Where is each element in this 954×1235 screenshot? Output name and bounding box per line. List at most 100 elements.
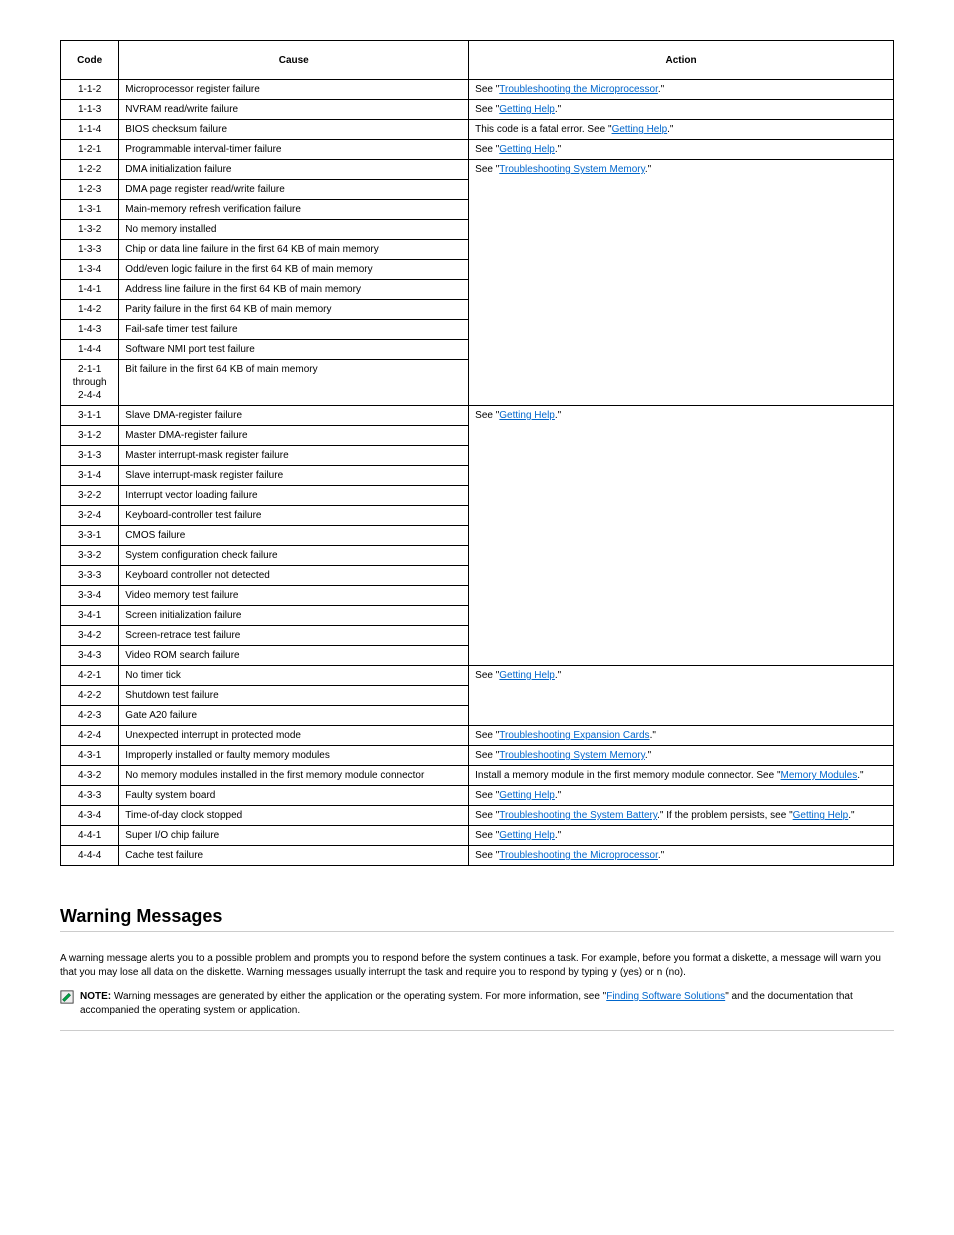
note-label: NOTE: bbox=[80, 991, 111, 1002]
cell-code: 4-3-4 bbox=[61, 806, 119, 826]
cell-code: 3-1-2 bbox=[61, 426, 119, 446]
cell-action: See "Troubleshooting the System Battery.… bbox=[469, 806, 894, 826]
cell-action: See "Getting Help." bbox=[469, 140, 894, 160]
cell-cause: Screen-retrace test failure bbox=[119, 626, 469, 646]
table-row: 1-2-1Programmable interval-timer failure… bbox=[61, 140, 894, 160]
cell-action: Install a memory module in the first mem… bbox=[469, 766, 894, 786]
cell-cause: DMA page register read/write failure bbox=[119, 180, 469, 200]
cell-cause: BIOS checksum failure bbox=[119, 120, 469, 140]
note-row: NOTE: Warning messages are generated by … bbox=[60, 990, 894, 1031]
cell-code: 3-3-3 bbox=[61, 566, 119, 586]
cell-cause: Improperly installed or faulty memory mo… bbox=[119, 746, 469, 766]
cell-cause: Address line failure in the first 64 KB … bbox=[119, 280, 469, 300]
cell-code: 4-4-4 bbox=[61, 846, 119, 866]
cell-cause: Software NMI port test failure bbox=[119, 340, 469, 360]
cell-action: See "Getting Help." bbox=[469, 826, 894, 846]
cell-action: See "Troubleshooting Expansion Cards." bbox=[469, 726, 894, 746]
cell-code: 1-2-3 bbox=[61, 180, 119, 200]
cell-code: 3-3-1 bbox=[61, 526, 119, 546]
cell-cause: Slave DMA-register failure bbox=[119, 406, 469, 426]
cell-cause: No memory modules installed in the first… bbox=[119, 766, 469, 786]
cell-cause: Video memory test failure bbox=[119, 586, 469, 606]
cell-code: 4-2-3 bbox=[61, 706, 119, 726]
cell-code: 3-2-2 bbox=[61, 486, 119, 506]
cell-action: This code is a fatal error. See "Getting… bbox=[469, 120, 894, 140]
cell-cause: Bit failure in the first 64 KB of main m… bbox=[119, 360, 469, 406]
table-row: 4-3-2No memory modules installed in the … bbox=[61, 766, 894, 786]
cell-action: See "Getting Help." bbox=[469, 406, 894, 666]
cell-code: 1-1-4 bbox=[61, 120, 119, 140]
cell-cause: Microprocessor register failure bbox=[119, 80, 469, 100]
table-row: 1-2-2DMA initialization failureSee "Trou… bbox=[61, 160, 894, 180]
cell-code: 4-2-4 bbox=[61, 726, 119, 746]
cell-cause: Super I/O chip failure bbox=[119, 826, 469, 846]
beep-codes-table: Code Cause Action 1-1-2Microprocessor re… bbox=[60, 40, 894, 866]
table-row: 1-1-4BIOS checksum failureThis code is a… bbox=[61, 120, 894, 140]
section-para: A warning message alerts you to a possib… bbox=[60, 952, 894, 980]
table-row: 4-3-3Faulty system boardSee "Getting Hel… bbox=[61, 786, 894, 806]
table-row: 1-1-2Microprocessor register failureSee … bbox=[61, 80, 894, 100]
cell-code: 1-2-1 bbox=[61, 140, 119, 160]
note-link[interactable]: Finding Software Solutions bbox=[606, 991, 725, 1002]
col-cause: Cause bbox=[119, 41, 469, 80]
table-row: 4-4-4Cache test failureSee "Troubleshoot… bbox=[61, 846, 894, 866]
cell-code: 3-3-2 bbox=[61, 546, 119, 566]
note-text: NOTE: Warning messages are generated by … bbox=[80, 990, 894, 1018]
cell-cause: Main-memory refresh verification failure bbox=[119, 200, 469, 220]
cell-code: 3-3-4 bbox=[61, 586, 119, 606]
cell-code: 1-1-3 bbox=[61, 100, 119, 120]
cell-cause: DMA initialization failure bbox=[119, 160, 469, 180]
cell-code: 4-3-1 bbox=[61, 746, 119, 766]
cell-action: See "Getting Help." bbox=[469, 666, 894, 726]
cell-cause: No memory installed bbox=[119, 220, 469, 240]
table-row: 1-1-3NVRAM read/write failureSee "Gettin… bbox=[61, 100, 894, 120]
cell-cause: Faulty system board bbox=[119, 786, 469, 806]
cell-cause: Master interrupt-mask register failure bbox=[119, 446, 469, 466]
cell-cause: Odd/even logic failure in the first 64 K… bbox=[119, 260, 469, 280]
note-icon bbox=[60, 990, 74, 1007]
cell-code: 3-4-1 bbox=[61, 606, 119, 626]
table-row: 4-3-4Time-of-day clock stoppedSee "Troub… bbox=[61, 806, 894, 826]
cell-cause: Time-of-day clock stopped bbox=[119, 806, 469, 826]
cell-cause: Gate A20 failure bbox=[119, 706, 469, 726]
cell-action: See "Troubleshooting System Memory." bbox=[469, 160, 894, 406]
cell-code: 1-3-1 bbox=[61, 200, 119, 220]
cell-cause: Slave interrupt-mask register failure bbox=[119, 466, 469, 486]
cell-cause: Shutdown test failure bbox=[119, 686, 469, 706]
table-row: 4-2-1No timer tickSee "Getting Help." bbox=[61, 666, 894, 686]
table-row: 3-1-1Slave DMA-register failureSee "Gett… bbox=[61, 406, 894, 426]
cell-cause: No timer tick bbox=[119, 666, 469, 686]
cell-cause: Master DMA-register failure bbox=[119, 426, 469, 446]
cell-cause: Screen initialization failure bbox=[119, 606, 469, 626]
cell-code: 1-3-2 bbox=[61, 220, 119, 240]
table-row: 4-3-1Improperly installed or faulty memo… bbox=[61, 746, 894, 766]
cell-code: 4-3-3 bbox=[61, 786, 119, 806]
cell-cause: Keyboard-controller test failure bbox=[119, 506, 469, 526]
cell-code: 2-1-1 through 2-4-4 bbox=[61, 360, 119, 406]
cell-cause: NVRAM read/write failure bbox=[119, 100, 469, 120]
cell-code: 1-3-4 bbox=[61, 260, 119, 280]
cell-code: 3-1-3 bbox=[61, 446, 119, 466]
cell-code: 3-2-4 bbox=[61, 506, 119, 526]
cell-code: 1-1-2 bbox=[61, 80, 119, 100]
cell-action: See "Troubleshooting System Memory." bbox=[469, 746, 894, 766]
cell-code: 4-3-2 bbox=[61, 766, 119, 786]
cell-code: 3-4-2 bbox=[61, 626, 119, 646]
cell-code: 1-4-1 bbox=[61, 280, 119, 300]
cell-cause: Interrupt vector loading failure bbox=[119, 486, 469, 506]
col-action: Action bbox=[469, 41, 894, 80]
cell-code: 3-1-1 bbox=[61, 406, 119, 426]
cell-code: 3-4-3 bbox=[61, 646, 119, 666]
section-title: Warning Messages bbox=[60, 906, 894, 932]
cell-cause: Video ROM search failure bbox=[119, 646, 469, 666]
table-row: 4-4-1Super I/O chip failureSee "Getting … bbox=[61, 826, 894, 846]
warning-messages-section: Warning Messages A warning message alert… bbox=[60, 906, 894, 1031]
cell-code: 1-4-2 bbox=[61, 300, 119, 320]
cell-cause: System configuration check failure bbox=[119, 546, 469, 566]
cell-action: See "Troubleshooting the Microprocessor.… bbox=[469, 80, 894, 100]
cell-cause: CMOS failure bbox=[119, 526, 469, 546]
cell-code: 3-1-4 bbox=[61, 466, 119, 486]
cell-action: See "Getting Help." bbox=[469, 786, 894, 806]
cell-action: See "Getting Help." bbox=[469, 100, 894, 120]
cell-cause: Cache test failure bbox=[119, 846, 469, 866]
